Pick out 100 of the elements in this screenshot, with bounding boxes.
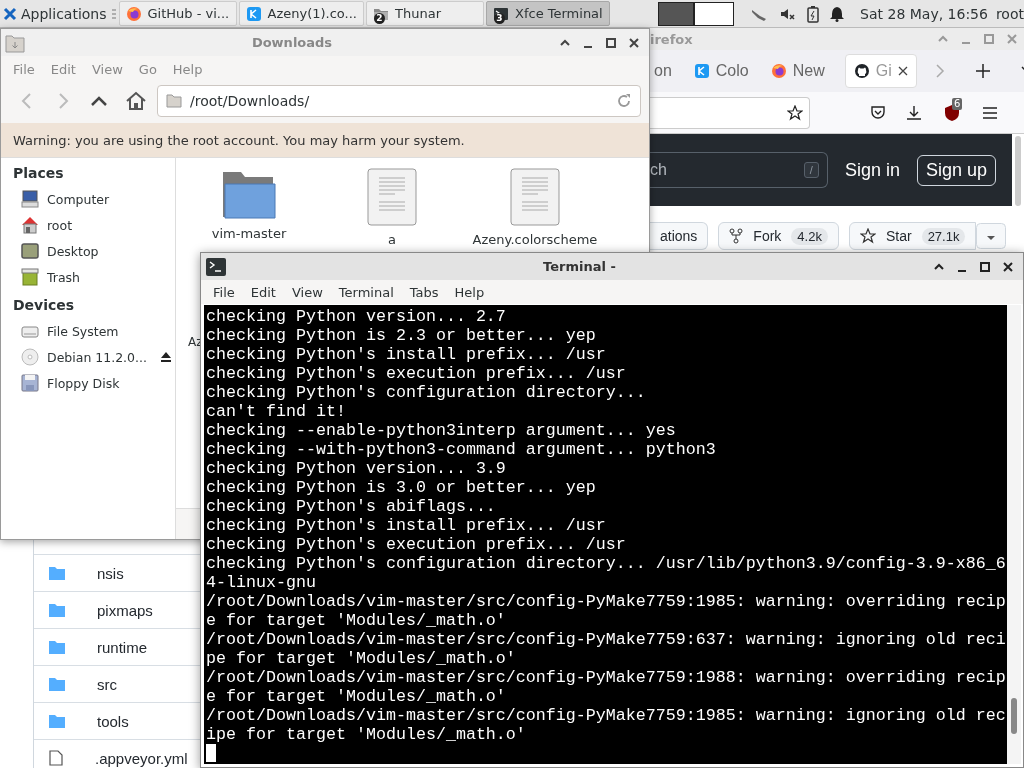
handle-icon bbox=[110, 6, 117, 21]
folder-icon bbox=[49, 714, 65, 728]
output-line: /root/Downloads/vim-master/src/config-PyMake7759:1988: warning: overriding recip bbox=[206, 668, 1007, 687]
taskbar-button[interactable]: 3 Xfce Terminal bbox=[486, 1, 610, 26]
output-line: checking Python is 3.0 or better... yep bbox=[206, 478, 597, 497]
output-line: checking Python version... 3.9 bbox=[206, 459, 507, 478]
icon-view-item[interactable]: a bbox=[322, 168, 462, 247]
file-link[interactable]: .appveyor.yml bbox=[95, 749, 188, 767]
browser-tab[interactable]: on bbox=[646, 54, 680, 88]
browser-tab[interactable]: New bbox=[762, 54, 833, 88]
pocket-icon[interactable] bbox=[870, 104, 886, 121]
window-count-badge: 2 bbox=[374, 12, 385, 24]
browser-icon bbox=[125, 5, 142, 22]
sidebar-item[interactable]: Floppy Disk bbox=[1, 370, 172, 396]
xfce-logo-icon bbox=[3, 6, 17, 21]
output-line: checking Python's abiflags... bbox=[206, 497, 497, 516]
output-line: checking --enable-python3interp argument... yes bbox=[206, 421, 677, 440]
sidebar-item[interactable]: Debian 11.2.0... bbox=[1, 344, 172, 370]
new-tab-icon[interactable] bbox=[974, 63, 991, 79]
kde-icon bbox=[693, 63, 710, 79]
terminal-icon bbox=[493, 5, 509, 22]
menu-item[interactable]: Terminal bbox=[330, 284, 402, 300]
maximize-icon[interactable] bbox=[605, 36, 617, 49]
close-icon[interactable] bbox=[628, 36, 640, 49]
warning-bar: Warning: you are using the root account. You may harm your system. bbox=[1, 123, 649, 157]
menu-item[interactable]: Help bbox=[446, 284, 493, 300]
icon-view-item[interactable]: Azeny.colorscheme bbox=[462, 168, 608, 247]
output-line: checking Python is 2.3 or better... yep bbox=[206, 326, 597, 345]
menu-item[interactable]: File bbox=[205, 284, 243, 300]
eject-icon[interactable] bbox=[160, 351, 172, 363]
scrollbar-thumb[interactable] bbox=[1011, 698, 1017, 734]
output-line: /root/Downloads/vim-master/src/config-PyMake7759:1985: warning: ignoring old rec bbox=[206, 706, 1007, 725]
text-cursor bbox=[206, 744, 216, 762]
output-line: e for target 'Modules/_math.o' bbox=[206, 611, 507, 630]
trash-icon bbox=[21, 268, 39, 286]
scrollbar[interactable] bbox=[1007, 305, 1021, 764]
sign-up-button[interactable]: Sign up bbox=[916, 154, 996, 186]
github-icon bbox=[853, 63, 870, 79]
star-button[interactable]: Star 27.1k bbox=[848, 222, 977, 250]
output-line: checking Python version... 2.7 bbox=[206, 307, 507, 326]
file-link[interactable]: tools bbox=[97, 712, 129, 730]
menu-item[interactable]: Tabs bbox=[401, 284, 447, 300]
notification-bell-icon[interactable] bbox=[829, 5, 846, 22]
download-icon[interactable] bbox=[906, 104, 922, 121]
search-field[interactable]: ch / bbox=[650, 152, 828, 188]
repo-button[interactable]: ations bbox=[650, 222, 709, 250]
sidebar-item[interactable]: Desktop bbox=[1, 238, 172, 264]
sidebar-item[interactable]: root bbox=[1, 212, 172, 238]
reload-icon[interactable] bbox=[616, 93, 632, 109]
sidebar-item[interactable]: Trash bbox=[1, 264, 172, 290]
menu-item[interactable]: View bbox=[283, 284, 331, 300]
output-line: checking Python's execution prefix... /usr bbox=[206, 364, 627, 383]
bookmark-star-icon[interactable] bbox=[787, 104, 803, 121]
output-line: e for target 'Modules/_math.o' bbox=[206, 687, 507, 706]
folder-icon bbox=[49, 677, 65, 691]
folder-icon bbox=[49, 640, 65, 654]
file-link[interactable]: src bbox=[97, 675, 117, 693]
kde-icon bbox=[245, 5, 262, 22]
menu-item[interactable]: Edit bbox=[242, 284, 284, 300]
clock[interactable]: Sat 28 May, 16:56 bbox=[860, 5, 988, 22]
file-link[interactable]: runtime bbox=[97, 638, 148, 656]
window-title: Downloads bbox=[250, 35, 334, 50]
home-icon[interactable] bbox=[125, 91, 147, 111]
taskbar-button[interactable]: GitHub - vi... bbox=[118, 1, 237, 26]
taskbar-button[interactable]: Azeny(1).co... bbox=[238, 1, 364, 26]
fork-icon bbox=[729, 228, 744, 244]
file-link[interactable]: pixmaps bbox=[97, 601, 153, 619]
browser-tab[interactable]: Colo bbox=[685, 54, 757, 88]
home-icon bbox=[21, 216, 39, 234]
output-line: checking Python's install prefix... /usr bbox=[206, 345, 607, 364]
desktop-icon bbox=[21, 242, 39, 260]
scrollbar[interactable] bbox=[1015, 136, 1021, 206]
document-icon bbox=[510, 168, 560, 226]
sidebar-item[interactable]: Computer bbox=[1, 186, 172, 212]
output-line: checking Python's configuration directory... bbox=[206, 383, 647, 402]
output-line: can't find it! bbox=[206, 402, 347, 421]
maximize-icon[interactable] bbox=[979, 260, 991, 273]
sign-in-link[interactable]: Sign in bbox=[844, 159, 900, 181]
file-link[interactable]: nsis bbox=[97, 564, 124, 582]
battery-icon[interactable] bbox=[807, 4, 820, 23]
output-line: 4-linux-gnu bbox=[206, 573, 317, 592]
close-icon[interactable] bbox=[897, 66, 908, 76]
icon-view-item[interactable]: vim-master bbox=[176, 168, 322, 247]
output-line: checking --with-python3-command argument... python3 bbox=[206, 440, 717, 459]
menu-icon[interactable] bbox=[982, 105, 998, 120]
output-line: /root/Downloads/vim-master/src/config-PyMake7759:637: warning: ignoring old reci bbox=[206, 630, 1007, 649]
user-name[interactable]: root bbox=[995, 5, 1024, 22]
count-badge: 27.1k bbox=[921, 227, 966, 245]
output-line: checking Python's execution prefix... /usr bbox=[206, 535, 627, 554]
computer-icon bbox=[21, 190, 39, 208]
output-line: ipe for target 'Modules/_math.o' bbox=[206, 725, 527, 744]
sidebar-item[interactable]: File System bbox=[1, 318, 172, 344]
folder-icon bbox=[49, 603, 65, 617]
document-icon bbox=[367, 168, 417, 226]
taskbar-button[interactable]: 2 Thunar bbox=[366, 1, 484, 26]
output-line: checking Python's install prefix... /usr bbox=[206, 516, 607, 535]
applications-menu-button[interactable]: Applications bbox=[0, 0, 111, 27]
close-icon[interactable] bbox=[1002, 260, 1014, 273]
fork-button[interactable]: Fork 4.2k bbox=[718, 222, 839, 250]
location-field[interactable]: /root/Downloads/ bbox=[157, 85, 641, 117]
